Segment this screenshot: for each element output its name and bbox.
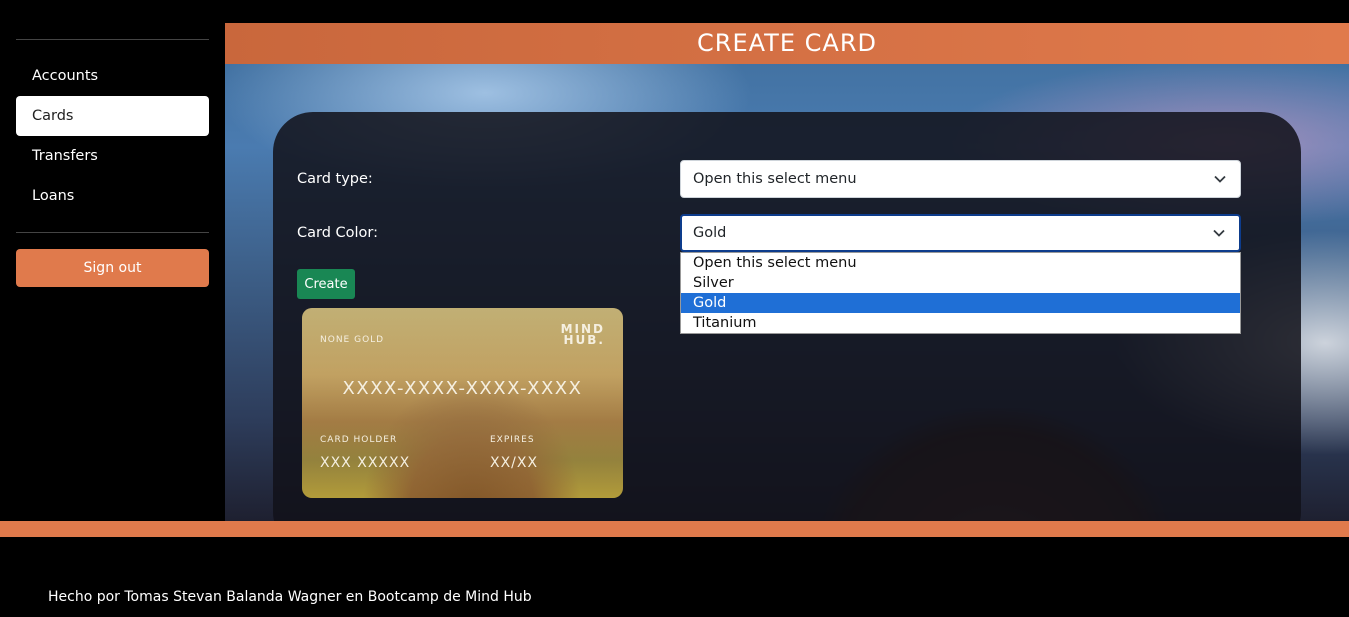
sidebar-item-transfers[interactable]: Transfers	[16, 136, 209, 176]
option-titanium[interactable]: Titanium	[681, 313, 1240, 333]
card-color-select[interactable]: Gold	[680, 214, 1241, 252]
expires-value: XX/XX	[490, 455, 539, 471]
logo-line-2: HUB.	[563, 333, 605, 347]
sidebar: Accounts Cards Transfers Loans Sign out	[0, 0, 225, 521]
card-type-text: NONE GOLD	[320, 335, 385, 345]
create-card-panel: Card type: Open this select menu Card Co…	[273, 112, 1301, 521]
option-open-menu[interactable]: Open this select menu	[681, 253, 1240, 273]
mindhub-logo: MIND HUB.	[561, 323, 605, 347]
sidebar-item-loans[interactable]: Loans	[16, 176, 209, 216]
main-content: CREATE CARD Card type: Open this select …	[225, 23, 1349, 521]
card-type-select[interactable]: Open this select menu	[680, 160, 1241, 198]
sidebar-item-accounts[interactable]: Accounts	[16, 56, 209, 96]
card-color-select-value: Gold	[693, 225, 727, 241]
card-holder-name: XXX XXXXX	[320, 455, 411, 471]
credit-card-preview: NONE GOLD MIND HUB. XXXX-XXXX-XXXX-XXXX …	[302, 308, 623, 498]
option-gold[interactable]: Gold	[681, 293, 1240, 313]
card-type-select-value: Open this select menu	[693, 171, 857, 187]
card-color-label: Card Color:	[297, 225, 379, 241]
chevron-down-icon	[1213, 229, 1225, 237]
card-type-label: Card type:	[297, 171, 373, 187]
page-title: CREATE CARD	[225, 23, 1349, 64]
option-silver[interactable]: Silver	[681, 273, 1240, 293]
card-holder-label: CARD HOLDER	[320, 435, 398, 445]
expires-label: EXPIRES	[490, 435, 535, 445]
footer-divider	[0, 521, 1349, 537]
sign-out-button[interactable]: Sign out	[16, 249, 209, 287]
chevron-down-icon	[1214, 175, 1226, 183]
create-button[interactable]: Create	[297, 269, 355, 299]
sidebar-item-cards[interactable]: Cards	[16, 96, 209, 136]
footer-credit: Hecho por Tomas Stevan Balanda Wagner en…	[48, 589, 532, 605]
sidebar-divider-bottom	[16, 232, 209, 233]
card-number: XXXX-XXXX-XXXX-XXXX	[342, 378, 583, 399]
sidebar-divider-top	[16, 39, 209, 40]
card-color-dropdown: Open this select menu Silver Gold Titani…	[680, 252, 1241, 334]
